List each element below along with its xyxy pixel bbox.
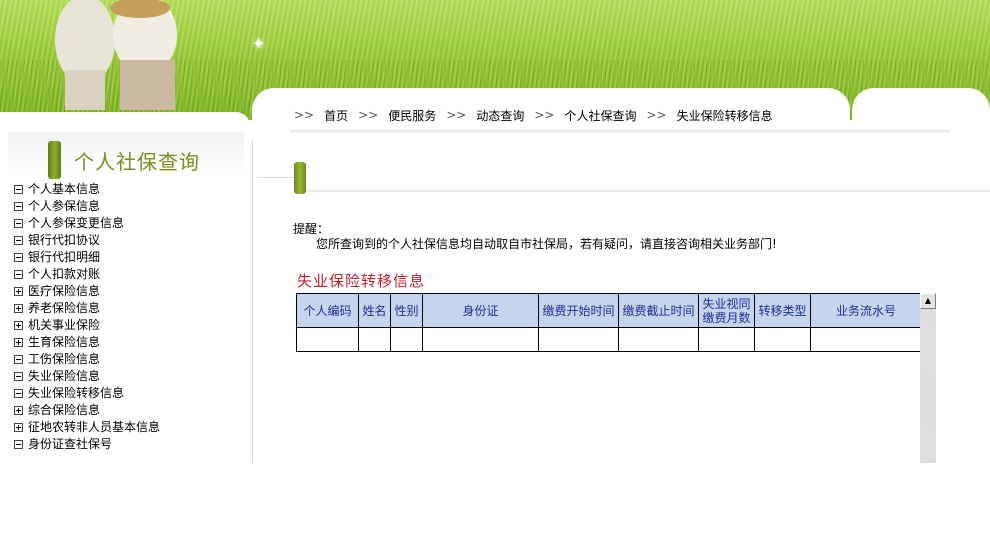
- breadcrumb-separator: >>: [646, 108, 667, 122]
- sidebar-menu: 个人基本信息 个人参保信息 个人参保变更信息 银行代扣协议 银行代扣明细 个人扣…: [14, 181, 160, 453]
- sidebar-item-deduction-reconcile[interactable]: 个人扣款对账: [14, 266, 160, 283]
- tree-expand-plus-icon[interactable]: [14, 304, 23, 313]
- breadcrumb-separator: >>: [358, 108, 379, 122]
- tree-collapse-minus-icon[interactable]: [14, 270, 23, 279]
- table-cell: [538, 327, 619, 352]
- tree-collapse-minus-icon[interactable]: [14, 440, 23, 449]
- table-cell: [810, 327, 922, 352]
- sidebar-item-unemployment-transfer[interactable]: 失业保险转移信息: [14, 385, 160, 402]
- tree-expand-plus-icon[interactable]: [14, 287, 23, 296]
- sidebar-title: 个人社保查询: [74, 150, 200, 174]
- sidebar-item-label[interactable]: 个人基本信息: [28, 181, 100, 198]
- breadcrumb-separator: >>: [534, 108, 555, 122]
- tree-collapse-minus-icon[interactable]: [14, 389, 23, 398]
- content-header-underline: [306, 190, 990, 192]
- breadcrumb: >> 首页 >> 便民服务 >> 动态查询 >> 个人社保查询 >> 失业保险转…: [294, 106, 783, 124]
- sidebar-item-land-acquisition[interactable]: 征地农转非人员基本信息: [14, 419, 160, 436]
- sidebar-item-label[interactable]: 养老保险信息: [28, 300, 100, 317]
- table-cell: [618, 327, 699, 352]
- table-row: [296, 327, 922, 352]
- sidebar-item-comprehensive[interactable]: 综合保险信息: [14, 402, 160, 419]
- table-cell: [390, 327, 423, 352]
- sidebar-item-label[interactable]: 失业保险信息: [28, 368, 100, 385]
- tree-collapse-minus-icon[interactable]: [14, 202, 23, 211]
- sidebar-item-label[interactable]: 个人扣款对账: [28, 266, 100, 283]
- content-header-line: [258, 177, 294, 178]
- tree-expand-plus-icon[interactable]: [14, 321, 23, 330]
- table-cell: [754, 327, 811, 352]
- sidebar-item-label[interactable]: 征地农转非人员基本信息: [28, 419, 160, 436]
- banner-photo-couple: [55, 0, 177, 110]
- sparkle-icon: ✦: [252, 34, 266, 53]
- sidebar-item-personal-basic[interactable]: 个人基本信息: [14, 181, 160, 198]
- tree-collapse-minus-icon[interactable]: [14, 236, 23, 245]
- sidebar-divider: [252, 140, 253, 463]
- sidebar-item-label[interactable]: 身份证查社保号: [28, 436, 112, 453]
- breadcrumb-personal-ss-query[interactable]: 个人社保查询: [564, 107, 636, 124]
- transfer-info-table-container: 个人编码 姓名 性别 身份证 缴费开始时间 缴费截止时间 失业视同 缴费月数 转…: [296, 293, 922, 463]
- col-id-card: 身份证: [422, 293, 539, 328]
- sidebar-title-bar-icon: [48, 141, 61, 179]
- col-deemed-months: 失业视同 缴费月数: [698, 293, 755, 328]
- sidebar-item-institution[interactable]: 机关事业保险: [14, 317, 160, 334]
- sidebar-item-bank-agreement[interactable]: 银行代扣协议: [14, 232, 160, 249]
- sidebar-item-bank-details[interactable]: 银行代扣明细: [14, 249, 160, 266]
- breadcrumb-separator: >>: [446, 108, 467, 122]
- col-gender: 性别: [390, 293, 423, 328]
- tree-collapse-minus-icon[interactable]: [14, 185, 23, 194]
- tree-expand-plus-icon[interactable]: [14, 338, 23, 347]
- page-bottom-area: [0, 463, 990, 550]
- sidebar-item-label[interactable]: 个人参保变更信息: [28, 215, 124, 232]
- tree-expand-plus-icon[interactable]: [14, 423, 23, 432]
- tree-collapse-minus-icon[interactable]: [14, 372, 23, 381]
- sidebar-item-insured-changes[interactable]: 个人参保变更信息: [14, 215, 160, 232]
- table-header-row: 个人编码 姓名 性别 身份证 缴费开始时间 缴费截止时间 失业视同 缴费月数 转…: [296, 293, 922, 328]
- col-end-time: 缴费截止时间: [618, 293, 699, 328]
- sidebar-item-label[interactable]: 个人参保信息: [28, 198, 100, 215]
- sidebar-item-label[interactable]: 失业保险转移信息: [28, 385, 124, 402]
- breadcrumb-separator: >>: [294, 108, 315, 122]
- sidebar-item-maternity[interactable]: 生育保险信息: [14, 334, 160, 351]
- scroll-up-arrow-icon[interactable]: ▲: [920, 293, 936, 309]
- transfer-info-table: 个人编码 姓名 性别 身份证 缴费开始时间 缴费截止时间 失业视同 缴费月数 转…: [296, 293, 922, 352]
- col-serial-number: 业务流水号: [810, 293, 922, 328]
- table-scrollbar[interactable]: ▲: [920, 293, 936, 463]
- col-name: 姓名: [358, 293, 391, 328]
- breadcrumb-current: 失业保险转移信息: [676, 108, 773, 123]
- sidebar-item-medical[interactable]: 医疗保险信息: [14, 283, 160, 300]
- sidebar-item-label[interactable]: 医疗保险信息: [28, 283, 100, 300]
- table-cell: [358, 327, 391, 352]
- breadcrumb-home[interactable]: 首页: [324, 107, 348, 124]
- col-transfer-type: 转移类型: [754, 293, 811, 328]
- section-title: 失业保险转移信息: [297, 272, 426, 290]
- notice-text: 您所查询到的个人社保信息均自动取自市社保局，若有疑问，请直接咨询相关业务部门!: [316, 237, 777, 251]
- breadcrumb-underline: [290, 130, 950, 133]
- table-cell: [422, 327, 539, 352]
- table-cell: [698, 327, 755, 352]
- sidebar-item-label[interactable]: 机关事业保险: [28, 317, 100, 334]
- right-tab-background: [852, 88, 990, 148]
- sidebar-item-personal-insured[interactable]: 个人参保信息: [14, 198, 160, 215]
- col-start-time: 缴费开始时间: [538, 293, 619, 328]
- tree-collapse-minus-icon[interactable]: [14, 355, 23, 364]
- sidebar-item-pension[interactable]: 养老保险信息: [14, 300, 160, 317]
- tree-collapse-minus-icon[interactable]: [14, 219, 23, 228]
- sidebar-item-label[interactable]: 银行代扣协议: [28, 232, 100, 249]
- tree-collapse-minus-icon[interactable]: [14, 253, 23, 262]
- tree-expand-plus-icon[interactable]: [14, 406, 23, 415]
- sidebar-item-label[interactable]: 生育保险信息: [28, 334, 100, 351]
- sidebar-item-label[interactable]: 综合保险信息: [28, 402, 100, 419]
- breadcrumb-services[interactable]: 便民服务: [388, 107, 436, 124]
- content-header-bar-icon: [294, 162, 306, 194]
- table-cell: [296, 327, 359, 352]
- sidebar-item-unemployment[interactable]: 失业保险信息: [14, 368, 160, 385]
- col-personal-code: 个人编码: [296, 293, 359, 328]
- sidebar-item-label[interactable]: 银行代扣明细: [28, 249, 100, 266]
- breadcrumb-dynamic-query[interactable]: 动态查询: [476, 107, 524, 124]
- sidebar-item-id-lookup[interactable]: 身份证查社保号: [14, 436, 160, 453]
- sidebar-item-label[interactable]: 工伤保险信息: [28, 351, 100, 368]
- sidebar-item-injury[interactable]: 工伤保险信息: [14, 351, 160, 368]
